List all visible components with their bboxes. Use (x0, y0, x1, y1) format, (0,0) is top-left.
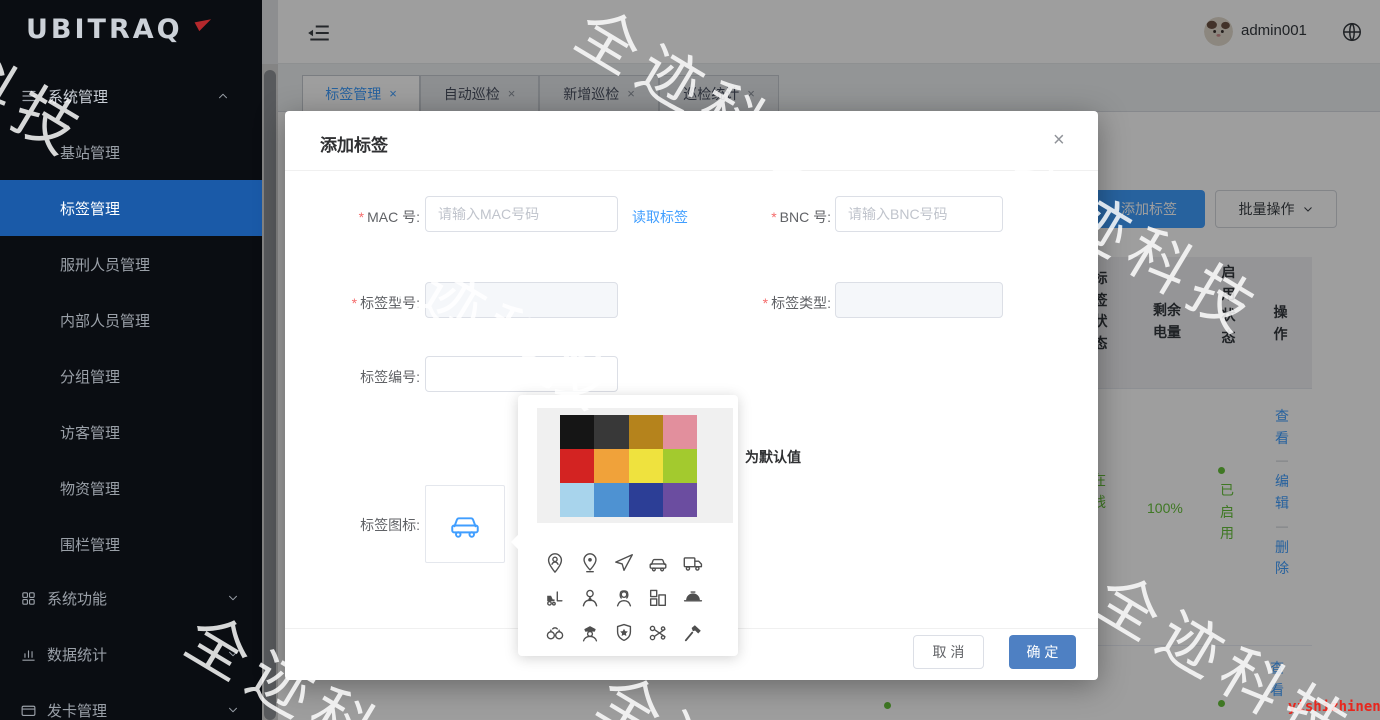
sidebar-item-material-management[interactable]: 物资管理 (0, 460, 262, 516)
shelf-boxes-icon[interactable] (641, 580, 675, 615)
color-swatch[interactable] (594, 415, 628, 449)
color-swatch[interactable] (560, 449, 594, 483)
dialog-title: 添加标签 (320, 131, 388, 156)
card-icon (20, 702, 37, 719)
icon-grid (538, 545, 710, 650)
tag-type-input[interactable] (835, 282, 1003, 318)
tag-number-input[interactable] (425, 356, 618, 392)
tag-icon-picker-popup (518, 395, 738, 656)
color-swatch[interactable] (629, 483, 663, 517)
male-staff-icon[interactable] (572, 580, 606, 615)
bar-chart-icon (20, 646, 37, 663)
car-icon[interactable] (641, 545, 675, 580)
app-window: admin001 标签管理× 自动巡检× 新增巡检× 巡检统计× 添加标签 批量… (0, 0, 1380, 720)
color-swatch[interactable] (663, 483, 697, 517)
sidebar-item-group-management[interactable]: 分组管理 (0, 348, 262, 404)
sidebar-item-internal-staff[interactable]: 内部人员管理 (0, 292, 262, 348)
dialog-close-icon[interactable]: × (1053, 129, 1065, 152)
tag-type-label: *标签类型: (731, 293, 831, 313)
chevron-down-icon (226, 647, 240, 661)
sidebar-item-system-management[interactable]: 系统管理 (0, 68, 262, 124)
chevron-down-icon (226, 591, 240, 605)
sidebar-item-base-station[interactable]: 基站管理 (0, 124, 262, 180)
color-palette (560, 415, 697, 517)
scissors-icon[interactable] (641, 615, 675, 650)
mac-input[interactable] (425, 196, 618, 232)
site-watermark: yishizhineng.com (1288, 699, 1380, 715)
tag-number-label: 标签编号: (320, 367, 420, 387)
sidebar-item-tag-management[interactable]: 标签管理 (0, 180, 262, 236)
color-swatch[interactable] (594, 449, 628, 483)
bnc-label: *BNC 号: (731, 207, 831, 227)
divider (285, 170, 1098, 171)
tag-model-label: *标签型号: (320, 293, 420, 313)
sidebar-item-data-statistics[interactable]: 数据统计 (0, 626, 262, 682)
navigation-icon[interactable] (607, 545, 641, 580)
sidebar-item-fence-management[interactable]: 围栏管理 (0, 516, 262, 572)
hard-hat-icon[interactable] (676, 580, 710, 615)
default-color-hint: 为默认值 (745, 447, 801, 467)
color-swatch[interactable] (594, 483, 628, 517)
color-swatch[interactable] (560, 483, 594, 517)
popup-arrow (511, 535, 525, 549)
read-tag-link[interactable]: 读取标签 (632, 207, 688, 227)
grid-icon (20, 590, 37, 607)
tag-icon-label: 标签图标: (320, 515, 420, 535)
logo-arrow-icon (195, 15, 214, 31)
car-icon (447, 506, 483, 542)
badge-star-icon[interactable] (607, 615, 641, 650)
logo: UBITRAQ (26, 14, 183, 45)
chevron-down-icon (226, 703, 240, 717)
sidebar-item-visitor-management[interactable]: 访客管理 (0, 404, 262, 460)
chevron-up-icon (216, 89, 230, 103)
color-swatch[interactable] (560, 415, 594, 449)
truck-icon[interactable] (676, 545, 710, 580)
hammer-icon[interactable] (676, 615, 710, 650)
handcuffs-icon[interactable] (538, 615, 572, 650)
sidebar-item-prisoner-management[interactable]: 服刑人员管理 (0, 236, 262, 292)
forklift-icon[interactable] (538, 580, 572, 615)
sidebar-item-system-functions[interactable]: 系统功能 (0, 570, 262, 626)
cancel-button[interactable]: 取 消 (913, 635, 984, 669)
mac-label: *MAC 号: (320, 207, 420, 227)
color-swatch[interactable] (663, 415, 697, 449)
sidebar-item-card-issuing[interactable]: 发卡管理 (0, 682, 262, 720)
person-pin-icon[interactable] (538, 545, 572, 580)
selected-tag-icon-box[interactable] (425, 485, 505, 563)
tag-model-input[interactable] (425, 282, 618, 318)
list-icon (20, 87, 38, 105)
add-tag-dialog: 添加标签 × *MAC 号: 读取标签 *BNC 号: *标签型号: *标签类型… (285, 111, 1098, 680)
color-swatch[interactable] (663, 449, 697, 483)
color-swatch[interactable] (629, 415, 663, 449)
bnc-input[interactable] (835, 196, 1003, 232)
police-officer-icon[interactable] (572, 615, 606, 650)
location-pin-icon[interactable] (572, 545, 606, 580)
female-staff-icon[interactable] (607, 580, 641, 615)
sidebar: UBITRAQ 系统管理 基站管理 标签管理 服刑人员管理 内部人员管理 分组管… (0, 0, 262, 720)
confirm-button[interactable]: 确 定 (1009, 635, 1076, 669)
color-swatch[interactable] (629, 449, 663, 483)
